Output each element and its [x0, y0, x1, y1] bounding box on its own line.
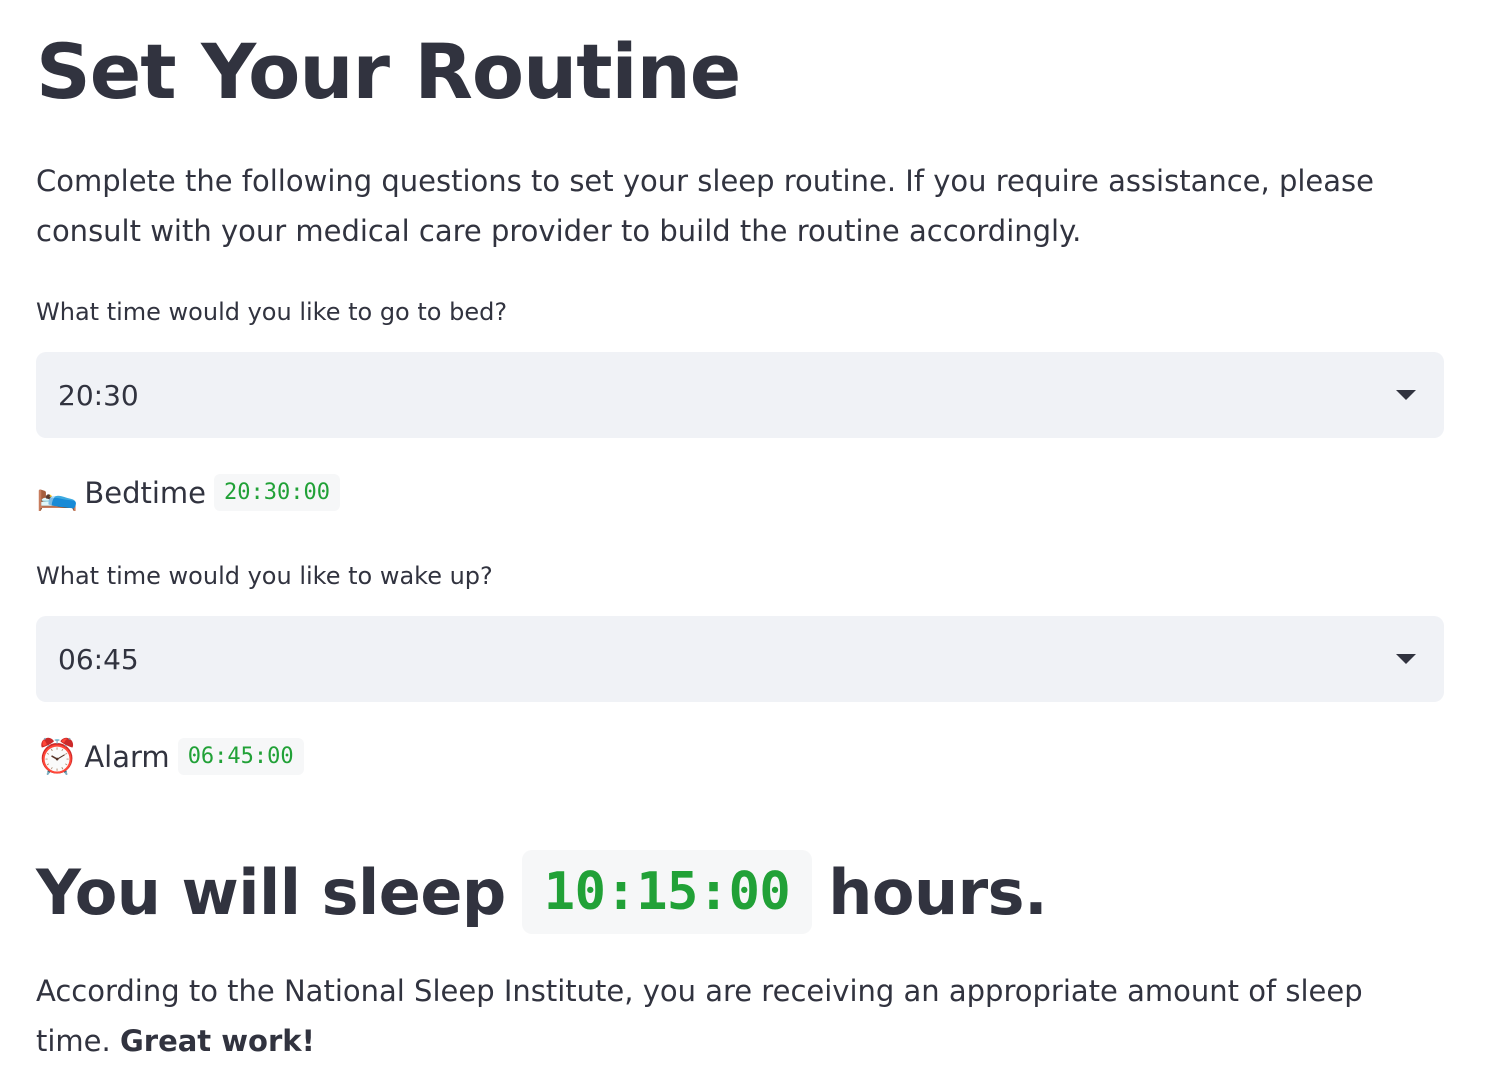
bed-icon: 🛌 — [36, 472, 79, 513]
sleep-duration-value: 10:15:00 — [521, 850, 813, 934]
bedtime-select[interactable]: 20:30 — [36, 352, 1444, 438]
wake-select[interactable]: 06:45 — [36, 616, 1444, 702]
sleep-result-heading: You will sleep 10:15:00 hours. — [36, 850, 1048, 934]
bedtime-selected-value: 20:30 — [58, 378, 139, 412]
page-title: Set Your Routine — [36, 27, 741, 116]
bedtime-question-label: What time would you like to go to bed? — [36, 298, 508, 326]
verdict-emphasis: Great work! — [119, 1024, 315, 1058]
alarm-readout-value: 06:45:00 — [177, 738, 304, 775]
alarm-clock-icon: ⏰ — [36, 736, 79, 777]
wake-selected-value: 06:45 — [58, 642, 139, 676]
alarm-readout-label: Alarm — [84, 739, 170, 774]
result-suffix: hours. — [828, 855, 1048, 929]
bedtime-readout-value: 20:30:00 — [214, 474, 340, 511]
chevron-down-icon[interactable] — [1396, 390, 1416, 400]
intro-text: Complete the following questions to set … — [36, 164, 1374, 248]
alarm-readout: ⏰ Alarm 06:45:00 — [36, 738, 304, 775]
routine-page: Set Your Routine Complete the following … — [0, 0, 1496, 1086]
chevron-down-icon[interactable] — [1396, 654, 1416, 664]
wake-question-label: What time would you like to wake up? — [36, 562, 493, 590]
result-prefix: You will sleep — [36, 855, 506, 929]
sleep-verdict: According to the National Sleep Institut… — [36, 966, 1444, 1066]
bedtime-readout-label: Bedtime — [84, 475, 207, 510]
bedtime-readout: 🛌 Bedtime 20:30:00 — [36, 474, 340, 511]
